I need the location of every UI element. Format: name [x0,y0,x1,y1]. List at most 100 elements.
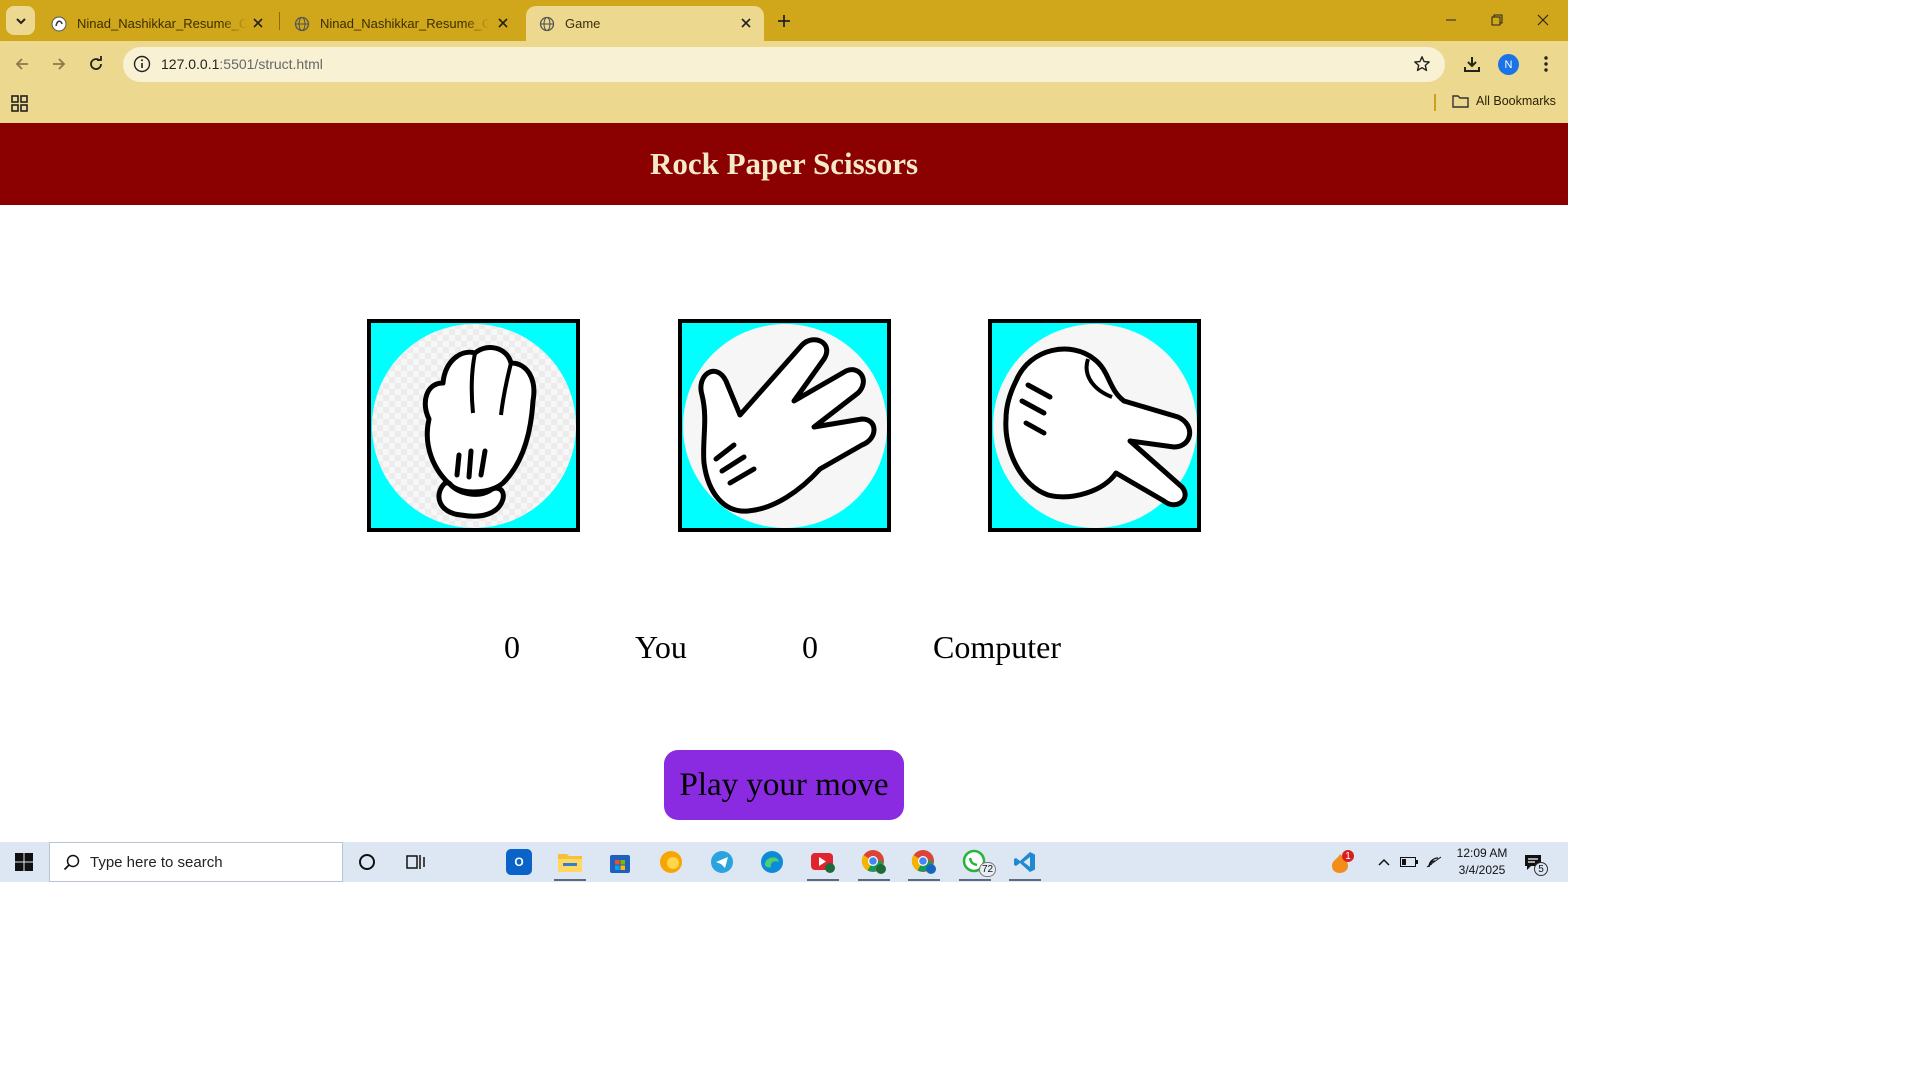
computer-score: 0 [802,629,818,665]
browser-toolbar: 127.0.0.1:5501/struct.html N [0,41,1568,85]
tab-resume-2[interactable]: Ninad_Nashikkar_Resume_Cogn [281,6,521,41]
minimize-button[interactable] [1428,0,1474,40]
bookmarks-bar: All Bookmarks [0,85,1568,123]
notification-center-button[interactable]: 5 [1522,850,1548,876]
status-message: Play your move [664,750,904,820]
back-button[interactable] [10,52,34,76]
bookmarks-divider [1434,94,1436,111]
address-bar[interactable]: 127.0.0.1:5501/struct.html [123,47,1445,82]
choice-paper[interactable] [678,319,891,532]
profile-avatar[interactable]: N [1498,54,1519,75]
url-text: 127.0.0.1:5501/struct.html [161,56,323,72]
taskbar-edge[interactable] [748,842,796,882]
back-arrow-icon [15,58,28,70]
file-explorer-icon [558,854,582,872]
downloads-button[interactable] [1460,52,1484,76]
taskbar-chrome-2[interactable] [900,842,948,882]
page-favicon-icon [51,16,67,31]
paper-hand-icon [683,324,887,528]
taskbar-outlook[interactable]: O [495,842,543,882]
all-bookmarks-button[interactable]: All Bookmarks [1452,94,1556,108]
chrome-icon [911,850,936,874]
taskbar-edge-canary[interactable] [647,842,695,882]
edge-canary-icon [660,851,682,873]
taskbar-whatsapp[interactable]: 72 [951,842,999,882]
cortana-icon [359,854,375,870]
globe-icon [539,16,555,31]
outlook-icon: O [506,849,532,875]
taskbar-media-app[interactable] [799,842,847,882]
all-bookmarks-label: All Bookmarks [1476,94,1556,108]
close-tab-icon[interactable] [738,15,754,31]
taskbar-microsoft-store[interactable] [596,842,644,882]
computer-score-label: Computer [933,629,1061,665]
close-icon [1537,14,1549,26]
taskbar-search-box[interactable]: Type here to search [49,842,343,882]
clock-date: 3/4/2025 [1458,863,1506,877]
reload-button[interactable] [84,52,108,76]
scoreboard: 0 You 0 Computer [0,629,1568,669]
tray-badge: 1 [1342,850,1354,862]
apps-grid-icon[interactable] [11,95,28,112]
scissors-hand-icon [993,324,1197,528]
plus-icon [778,15,790,27]
tab-resume-1[interactable]: Ninad_Nashikkar_Resume_Cogn [38,6,276,41]
close-tab-icon[interactable] [250,15,266,31]
taskbar-telegram[interactable] [698,842,746,882]
tray-app-button[interactable]: 1 [1324,842,1356,882]
start-button[interactable] [0,842,48,882]
browser-menu-button[interactable] [1534,52,1558,76]
clock-time: 12:09 AM [1456,846,1508,860]
tab-separator [279,12,280,30]
user-score: 0 [504,629,520,665]
wifi-icon [1426,856,1442,868]
folder-icon [1452,95,1469,108]
new-tab-button[interactable] [773,10,795,32]
forward-arrow-icon [53,58,66,70]
tab-title: Ninad_Nashikkar_Resume_Cogn [320,16,490,31]
show-hidden-icons-button[interactable] [1374,842,1394,882]
taskbar-file-explorer[interactable] [546,842,594,882]
download-icon [1464,57,1480,72]
telegram-icon [711,851,733,873]
cortana-button[interactable] [343,842,391,882]
restore-button[interactable] [1474,0,1520,40]
browser-tabstrip: Ninad_Nashikkar_Resume_Cogn Ninad_Nashik… [0,0,1568,41]
battery-indicator[interactable] [1398,842,1420,882]
globe-icon [294,16,310,31]
reload-icon [90,56,102,70]
microsoft-store-icon [610,855,630,873]
minimize-icon [1446,19,1456,21]
forward-button[interactable] [47,52,71,76]
close-tab-icon[interactable] [495,15,511,31]
taskbar-vscode[interactable] [1001,842,1049,882]
windows-taskbar: Type here to search O 72 1 12:09 AM 3/4/… [0,842,1568,882]
page-title: Rock Paper Scissors [649,146,919,181]
vscode-icon [1014,852,1035,872]
chevron-down-icon [15,17,26,24]
site-info-icon[interactable] [133,55,151,73]
tab-title: Game [565,16,601,31]
more-vert-icon [1544,56,1548,72]
task-view-button[interactable] [392,842,440,882]
choice-rock[interactable] [367,319,580,532]
close-window-button[interactable] [1520,0,1566,40]
bookmark-star-icon[interactable] [1413,55,1431,73]
edge-icon [761,851,783,873]
tab-game[interactable]: Game [526,6,764,41]
whatsapp-unread-badge: 72 [979,862,996,877]
tab-title: Ninad_Nashikkar_Resume_Cogn [77,16,247,31]
tab-search-button[interactable] [6,6,35,35]
rock-hand-icon [372,324,576,528]
network-indicator[interactable] [1423,842,1445,882]
taskbar-chrome-1[interactable] [850,842,898,882]
notification-count-badge: 5 [1534,862,1548,876]
windows-logo-icon [15,853,33,871]
system-clock[interactable]: 12:09 AM 3/4/2025 [1452,845,1512,879]
task-view-icon [406,855,425,869]
game-page: Rock Paper Scissors 0 You 0 Computer Pla… [0,123,1568,842]
chevron-up-icon [1378,858,1390,866]
search-icon [63,854,80,870]
choice-scissors[interactable] [988,319,1201,532]
media-app-icon [811,853,835,873]
